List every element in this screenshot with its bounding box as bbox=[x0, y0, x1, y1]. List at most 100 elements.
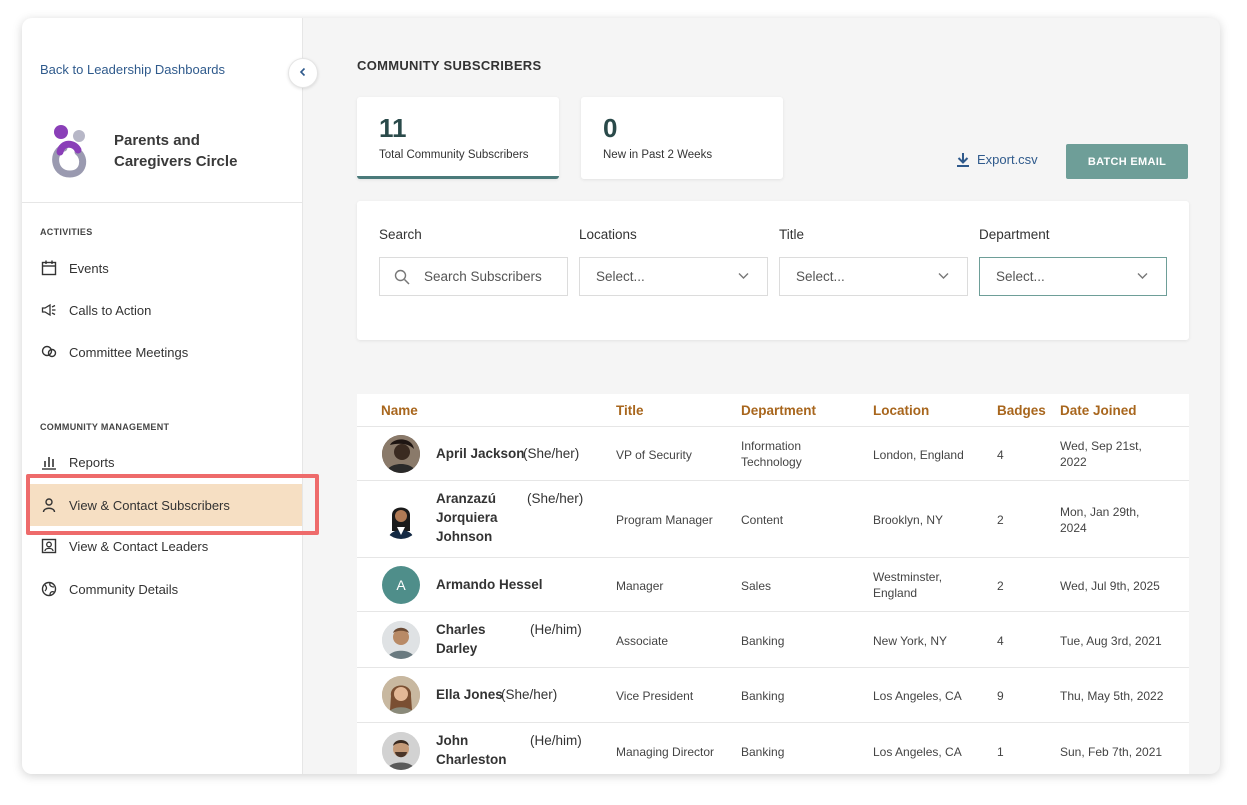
subscriber-date-joined: Wed, Sep 21st, 2022 bbox=[1060, 439, 1142, 469]
subscriber-badges: 1 bbox=[997, 745, 1004, 759]
avatar bbox=[382, 676, 420, 714]
chevron-down-icon bbox=[738, 272, 749, 280]
sidebar-item-label: Events bbox=[69, 260, 109, 276]
column-header-location[interactable]: Location bbox=[873, 403, 929, 418]
column-header-department[interactable]: Department bbox=[741, 403, 816, 418]
subscriber-location: New York, NY bbox=[873, 634, 948, 648]
column-header-title[interactable]: Title bbox=[616, 403, 644, 418]
back-to-dashboards-link[interactable]: Back to Leadership Dashboards bbox=[40, 62, 225, 77]
globe-icon bbox=[40, 580, 58, 598]
subscriber-title: Manager bbox=[616, 579, 664, 593]
subscriber-title: VP of Security bbox=[616, 448, 692, 462]
community-brand: Parents and Caregivers Circle bbox=[50, 122, 237, 180]
meeting-icon bbox=[40, 343, 58, 361]
table-row[interactable]: John Charleston (He/him) Managing Direct… bbox=[357, 723, 1189, 774]
subscriber-date-joined: Tue, Aug 3rd, 2021 bbox=[1060, 634, 1162, 648]
stat-card-total-subscribers[interactable]: 11 Total Community Subscribers bbox=[357, 97, 559, 179]
department-select[interactable]: Select... bbox=[979, 257, 1167, 296]
app-window: Back to Leadership Dashboards Parents an… bbox=[22, 18, 1220, 774]
collapse-sidebar-button[interactable] bbox=[288, 58, 318, 88]
batch-email-button[interactable]: BATCH EMAIL bbox=[1066, 144, 1188, 179]
export-label: Export.csv bbox=[977, 152, 1038, 167]
title-label: Title bbox=[779, 227, 805, 242]
subscribers-table: Name Title Department Location Badges Da… bbox=[357, 394, 1189, 774]
column-header-name[interactable]: Name bbox=[381, 403, 418, 418]
sidebar-divider bbox=[22, 202, 303, 203]
search-label: Search bbox=[379, 227, 422, 242]
search-input[interactable]: Search Subscribers bbox=[379, 257, 568, 296]
megaphone-icon bbox=[40, 301, 58, 319]
subscriber-pronouns: (She/her) bbox=[523, 446, 580, 461]
subscriber-badges: 4 bbox=[997, 448, 1004, 462]
sidebar-item-calls-to-action[interactable]: Calls to Action bbox=[30, 290, 302, 330]
community-management-section-label: COMMUNITY MANAGEMENT bbox=[40, 422, 170, 432]
subscriber-name[interactable]: April Jackson bbox=[436, 444, 525, 463]
export-csv-link[interactable]: Export.csv bbox=[956, 152, 1038, 167]
main-content: COMMUNITY SUBSCRIBERS 11 Total Community… bbox=[304, 18, 1220, 774]
table-header: Name Title Department Location Badges Da… bbox=[357, 394, 1189, 427]
calendar-icon bbox=[40, 259, 58, 277]
subscriber-pronouns: (She/her) bbox=[501, 687, 558, 702]
avatar-initial: A bbox=[382, 566, 420, 604]
subscriber-department: Content bbox=[741, 513, 784, 527]
download-icon bbox=[956, 152, 970, 167]
avatar bbox=[382, 435, 420, 473]
title-select[interactable]: Select... bbox=[779, 257, 968, 296]
avatar bbox=[382, 621, 420, 659]
subscriber-name[interactable]: Ella Jones bbox=[436, 685, 503, 704]
table-row[interactable]: Charles Darley (He/him) Associate Bankin… bbox=[357, 612, 1189, 668]
filter-panel: Search Search Subscribers Locations Sele… bbox=[357, 201, 1189, 340]
table-row[interactable]: April Jackson (She/her) VP of Security I… bbox=[357, 427, 1189, 481]
sidebar-item-events[interactable]: Events bbox=[30, 248, 302, 288]
subscriber-pronouns: (He/him) bbox=[530, 733, 582, 748]
bar-chart-icon bbox=[40, 453, 58, 471]
subscriber-title: Associate bbox=[616, 634, 669, 648]
search-icon bbox=[394, 269, 410, 285]
chevron-down-icon bbox=[1137, 272, 1148, 280]
avatar bbox=[382, 501, 420, 539]
locations-value: Select... bbox=[596, 269, 645, 284]
sidebar-item-label: Reports bbox=[69, 454, 115, 470]
department-label: Department bbox=[979, 227, 1050, 242]
subscriber-badges: 9 bbox=[997, 689, 1004, 703]
sidebar-item-label: Calls to Action bbox=[69, 302, 152, 318]
sidebar-item-view-contact-leaders[interactable]: View & Contact Leaders bbox=[30, 526, 302, 566]
subscriber-name[interactable]: Armando Hessel bbox=[436, 575, 543, 594]
table-row[interactable]: A Armando Hessel Manager Sales Westminst… bbox=[357, 558, 1189, 612]
locations-label: Locations bbox=[579, 227, 637, 242]
subscriber-department: Banking bbox=[741, 745, 785, 759]
subscriber-badges: 2 bbox=[997, 513, 1004, 527]
subscriber-date-joined: Wed, Jul 9th, 2025 bbox=[1060, 579, 1160, 593]
stat-card-new-subscribers[interactable]: 0 New in Past 2 Weeks bbox=[581, 97, 783, 179]
subscriber-department: Banking bbox=[741, 689, 785, 703]
title-value: Select... bbox=[796, 269, 845, 284]
activities-section-label: ACTIVITIES bbox=[40, 227, 93, 237]
chevron-down-icon bbox=[938, 272, 949, 280]
community-name-line2: Caregivers Circle bbox=[114, 153, 238, 170]
subscriber-badges: 4 bbox=[997, 634, 1004, 648]
subscriber-name[interactable]: Charles Darley bbox=[436, 620, 516, 658]
department-value: Select... bbox=[996, 269, 1045, 284]
subscriber-title: Program Manager bbox=[616, 513, 713, 527]
subscriber-department: Banking bbox=[741, 634, 785, 648]
sidebar: Back to Leadership Dashboards Parents an… bbox=[22, 18, 319, 774]
stat-label: Total Community Subscribers bbox=[379, 149, 529, 161]
table-row[interactable]: Aranzazú Jorquiera Johnson (She/her) Pro… bbox=[357, 481, 1189, 558]
locations-select[interactable]: Select... bbox=[579, 257, 768, 296]
subscriber-department: Sales bbox=[741, 579, 772, 593]
table-row[interactable]: Ella Jones (She/her) Vice President Bank… bbox=[357, 668, 1189, 723]
search-placeholder: Search Subscribers bbox=[424, 269, 542, 284]
subscriber-pronouns: (She/her) bbox=[527, 491, 584, 506]
subscriber-location: Los Angeles, CA bbox=[873, 745, 962, 759]
column-header-badges[interactable]: Badges bbox=[997, 403, 1046, 418]
community-logo-icon bbox=[50, 122, 96, 180]
subscriber-location: London, England bbox=[873, 448, 964, 462]
column-header-date-joined[interactable]: Date Joined bbox=[1060, 403, 1137, 418]
contact-card-icon bbox=[40, 537, 58, 555]
sidebar-item-committee-meetings[interactable]: Committee Meetings bbox=[30, 332, 302, 372]
subscriber-name[interactable]: Aranzazú Jorquiera Johnson bbox=[436, 489, 516, 546]
sidebar-item-community-details[interactable]: Community Details bbox=[30, 569, 302, 609]
subscriber-location: Westminster, England bbox=[873, 570, 943, 600]
subscriber-name[interactable]: John Charleston bbox=[436, 731, 516, 769]
subscriber-date-joined: Thu, May 5th, 2022 bbox=[1060, 689, 1164, 703]
